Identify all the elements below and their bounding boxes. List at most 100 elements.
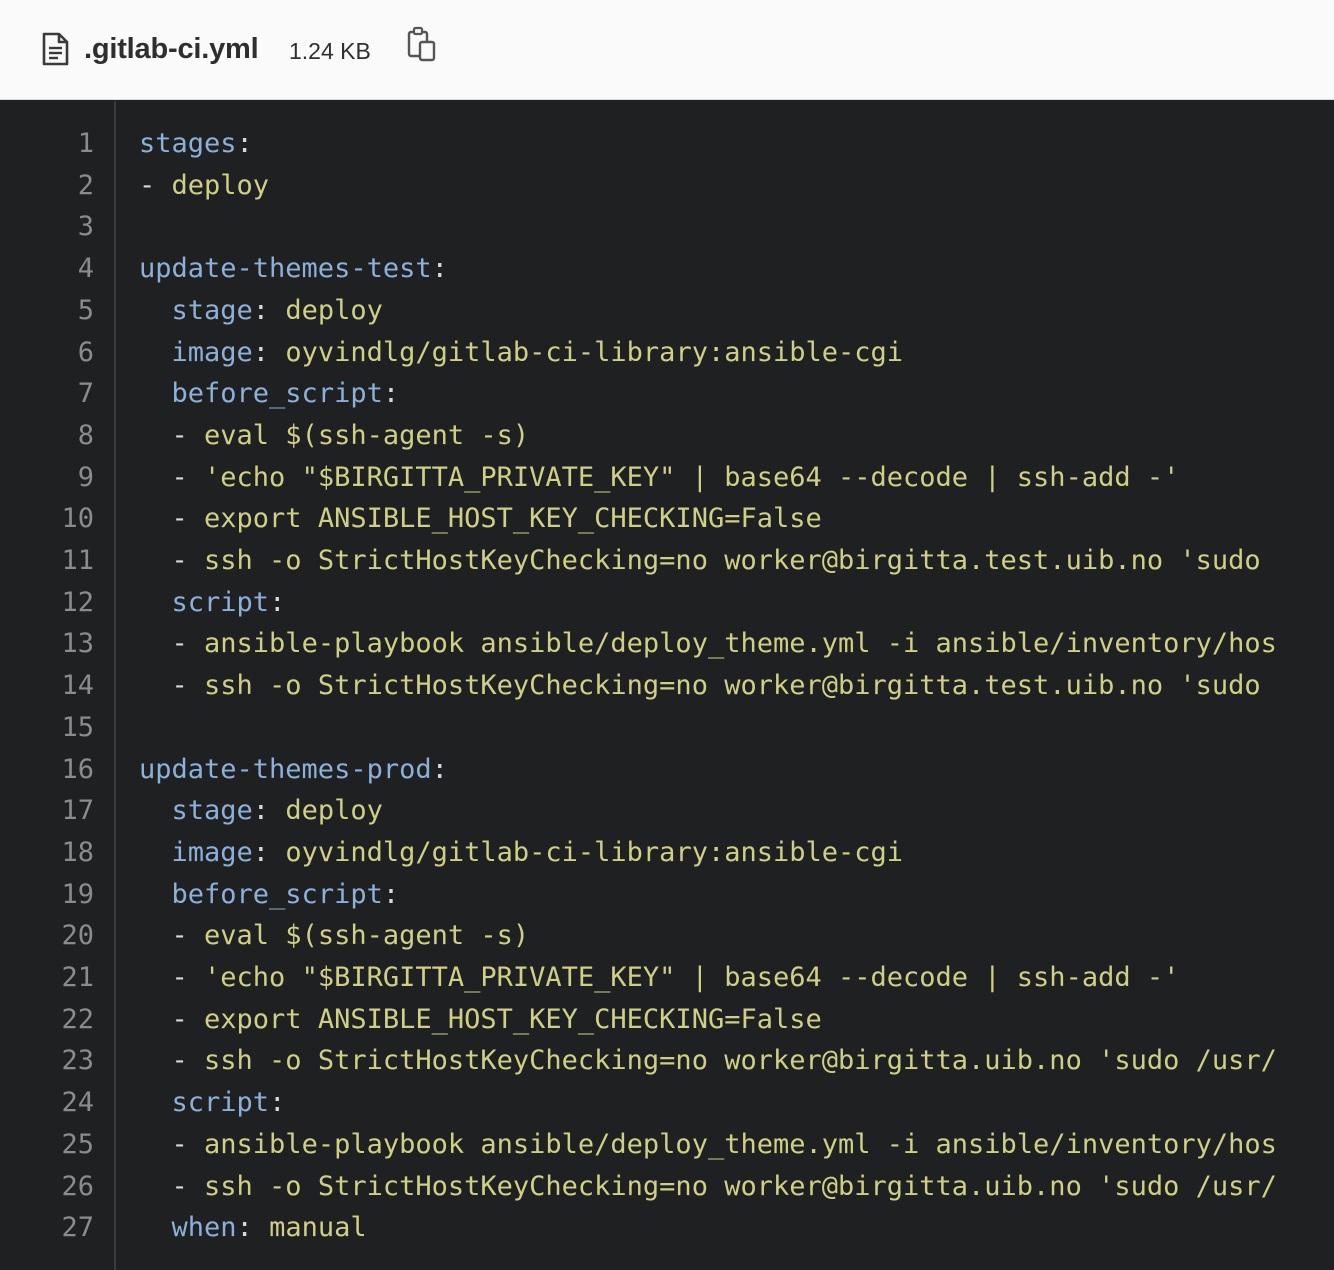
line-number[interactable]: 4 <box>0 248 94 290</box>
code-line: update-themes-prod: <box>139 749 448 791</box>
code-line: - ssh -o StrictHostKeyChecking=no worker… <box>139 1040 1277 1082</box>
code-token-val: eval $(ssh-agent -s) <box>204 420 530 451</box>
line-number[interactable]: 2 <box>0 165 94 207</box>
code-token-punc: : <box>252 795 286 826</box>
code-token-key: image <box>171 837 253 868</box>
code-token-punc: : <box>252 295 286 326</box>
code-token-punc: : <box>431 754 448 785</box>
code-token-val: oyvindlg/gitlab-ci-library:ansible-cgi <box>285 337 904 368</box>
code-token-val: ssh -o StrictHostKeyChecking=no worker@b… <box>204 670 1261 701</box>
line-number[interactable]: 17 <box>0 790 94 832</box>
code-line: - ansible-playbook ansible/deploy_theme.… <box>139 1124 1277 1166</box>
file-header: .gitlab-ci.yml 1.24 KB <box>0 0 1334 100</box>
code-token-punc: - <box>139 420 205 451</box>
line-number[interactable]: 15 <box>0 707 94 749</box>
code-token-punc: - <box>139 1129 205 1160</box>
code-token-val: deploy <box>171 170 270 201</box>
line-number[interactable]: 7 <box>0 373 94 415</box>
code-token-val: 'echo "$BIRGITTA_PRIVATE_KEY" | base64 -… <box>204 962 1180 993</box>
code-token-punc: : <box>252 837 286 868</box>
code-line: - eval $(ssh-agent -s) <box>139 415 530 457</box>
code-token-punc: - <box>139 1004 205 1035</box>
code-token-punc: - <box>139 920 205 951</box>
code-token-key: stage <box>171 795 253 826</box>
code-line: update-themes-test: <box>139 248 448 290</box>
line-number[interactable]: 19 <box>0 874 94 916</box>
code-token-punc: : <box>269 587 286 618</box>
line-number[interactable]: 26 <box>0 1166 94 1208</box>
line-number[interactable]: 16 <box>0 749 94 791</box>
line-number[interactable]: 18 <box>0 832 94 874</box>
code-token-val: deploy <box>285 795 383 826</box>
code-line: before_script: <box>139 874 400 916</box>
code-token-key: script <box>171 1087 270 1118</box>
code-token-val: manual <box>269 1212 367 1243</box>
line-number[interactable]: 24 <box>0 1082 94 1124</box>
code-token-val: ansible-playbook ansible/deploy_theme.ym… <box>204 628 1277 659</box>
code-token-key: stages <box>139 128 237 159</box>
code-token-punc: : <box>431 253 448 284</box>
code-line: - export ANSIBLE_HOST_KEY_CHECKING=False <box>139 999 822 1041</box>
code-viewer: 1 2 3 4 5 6 7 8 9 10 11 12 13 14 15 16 17 18 19 20 21 22 23 24 2… <box>0 101 1334 1270</box>
document-icon <box>40 32 70 66</box>
code-line: - export ANSIBLE_HOST_KEY_CHECKING=False <box>139 498 822 540</box>
code-line: stage: deploy <box>139 790 383 832</box>
code-token-punc: : <box>269 1087 286 1118</box>
line-number[interactable]: 3 <box>0 206 94 248</box>
code-token-punc: - <box>139 462 205 493</box>
code-token-key: image <box>171 337 253 368</box>
line-number[interactable]: 22 <box>0 999 94 1041</box>
line-number[interactable]: 27 <box>0 1207 94 1249</box>
line-number[interactable]: 1 <box>0 123 94 165</box>
code-token-key: when <box>171 1212 237 1243</box>
code-line: script: <box>139 582 286 624</box>
code-token-key: before_script <box>171 378 383 409</box>
line-number[interactable]: 20 <box>0 915 94 957</box>
code-line: - ssh -o StrictHostKeyChecking=no worker… <box>139 540 1261 582</box>
code-token-val: ssh -o StrictHostKeyChecking=no worker@b… <box>204 1171 1277 1202</box>
code-line: - eval $(ssh-agent -s) <box>139 915 530 957</box>
code-token-punc: : <box>252 337 286 368</box>
code-line: - 'echo "$BIRGITTA_PRIVATE_KEY" | base64… <box>139 957 1180 999</box>
line-number[interactable]: 23 <box>0 1040 94 1082</box>
clipboard-copy-icon <box>407 26 436 62</box>
line-number[interactable]: 25 <box>0 1124 94 1166</box>
line-number[interactable]: 10 <box>0 498 94 540</box>
code-token-val: 'echo "$BIRGITTA_PRIVATE_KEY" | base64 -… <box>204 462 1180 493</box>
code-token-key: stage <box>171 295 253 326</box>
code-token-val: export ANSIBLE_HOST_KEY_CHECKING=False <box>204 1004 822 1035</box>
code-token-punc: : <box>382 378 400 409</box>
code-token-key: script <box>171 587 270 618</box>
copy-file-path-button[interactable] <box>404 26 440 66</box>
line-number[interactable]: 21 <box>0 957 94 999</box>
code-token-key: update-themes-prod <box>139 754 432 785</box>
code-token-punc <box>139 378 172 409</box>
code-token-punc <box>139 587 172 618</box>
line-number[interactable]: 13 <box>0 623 94 665</box>
code-line: - 'echo "$BIRGITTA_PRIVATE_KEY" | base64… <box>139 457 1180 499</box>
line-number[interactable]: 11 <box>0 540 94 582</box>
code-token-val: eval $(ssh-agent -s) <box>204 920 530 951</box>
code-token-punc: - <box>139 503 205 534</box>
line-number[interactable]: 6 <box>0 332 94 374</box>
line-number[interactable]: 5 <box>0 290 94 332</box>
file-size: 1.24 KB <box>289 38 371 64</box>
code-line: when: manual <box>139 1207 367 1249</box>
code-token-punc: - <box>139 545 205 576</box>
code-line: - deploy <box>139 165 269 207</box>
code-token-punc: - <box>139 962 205 993</box>
line-number[interactable]: 9 <box>0 457 94 499</box>
code-line: script: <box>139 1082 286 1124</box>
code-line: stages: <box>139 123 253 165</box>
line-number[interactable]: 8 <box>0 415 94 457</box>
code-token-val: deploy <box>285 295 383 326</box>
code-line: before_script: <box>139 373 400 415</box>
code-token-punc <box>139 337 172 368</box>
code-token-punc: - <box>139 1171 205 1202</box>
code-token-val: ssh -o StrictHostKeyChecking=no worker@b… <box>204 545 1261 576</box>
line-number[interactable]: 12 <box>0 582 94 624</box>
code-line: - ssh -o StrictHostKeyChecking=no worker… <box>139 665 1261 707</box>
code-line: image: oyvindlg/gitlab-ci-library:ansibl… <box>139 832 904 874</box>
code-token-val: ansible-playbook ansible/deploy_theme.ym… <box>204 1129 1277 1160</box>
line-number[interactable]: 14 <box>0 665 94 707</box>
